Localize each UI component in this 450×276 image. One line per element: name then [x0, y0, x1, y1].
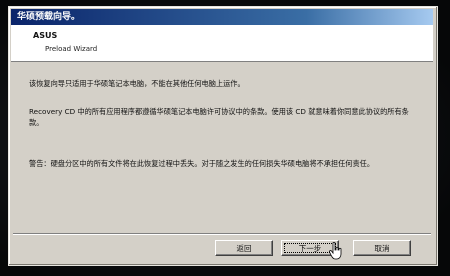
cancel-button[interactable]: 取消: [353, 240, 411, 256]
brand-label: ASUS: [33, 31, 58, 40]
window-title: 华硕预载向导。: [11, 9, 433, 25]
preload-wizard-window: 华硕预载向导。 ASUS Preload Wizard 该恢复向导只适用于华硕笔…: [8, 6, 438, 266]
wizard-content: 该恢复向导只适用于华硕笔记本电脑，不能在其他任何电脑上运作。 Recovery …: [11, 62, 433, 232]
hand-cursor-icon: [329, 242, 342, 260]
footer-divider: [13, 233, 431, 235]
back-button[interactable]: 返回: [215, 240, 273, 256]
warning-text: 警告：硬盘分区中的所有文件将在此恢复过程中丢失。对于随之发生的任何损失华硕电脑将…: [29, 159, 375, 168]
license-text: Recovery CD 中的所有应用程序都遵循华硕笔记本电脑许可协议中的条款。使…: [29, 107, 409, 127]
notice-text: 该恢复向导只适用于华硕笔记本电脑，不能在其他任何电脑上运作。: [29, 79, 245, 88]
wizard-header: ASUS Preload Wizard: [11, 25, 433, 62]
wizard-subtitle: Preload Wizard: [45, 45, 98, 53]
monitor-screen: 华硕预载向导。 ASUS Preload Wizard 该恢复向导只适用于华硕笔…: [0, 0, 450, 276]
